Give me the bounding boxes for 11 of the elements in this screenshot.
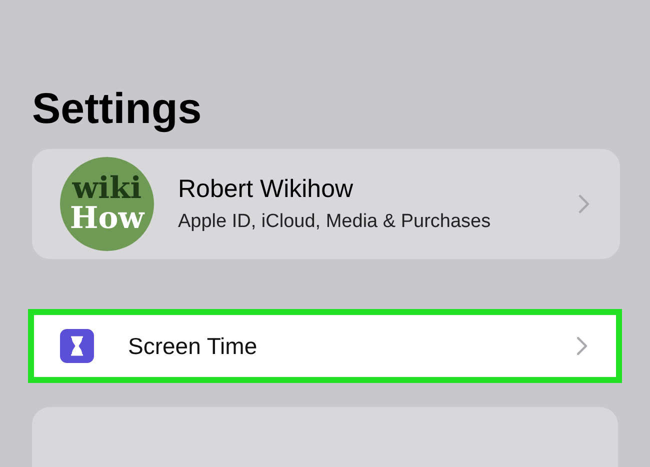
hourglass-icon [60,329,94,363]
chevron-icon [578,194,590,214]
profile-card[interactable]: wiki How Robert Wikihow Apple ID, iCloud, Media & Purchases [32,149,620,259]
settings-row[interactable]: Screen Time [28,309,622,383]
profile-name: Robert Wikihow [178,177,354,202]
profile-subtitle: Apple ID, iCloud, Media & Purchases [178,212,491,231]
avatar-text: How [70,204,144,234]
avatar-text: wiki [72,174,142,204]
page-title: Settings [32,88,202,131]
chevron-icon [576,336,588,356]
row-label: Screen Time [128,332,258,361]
